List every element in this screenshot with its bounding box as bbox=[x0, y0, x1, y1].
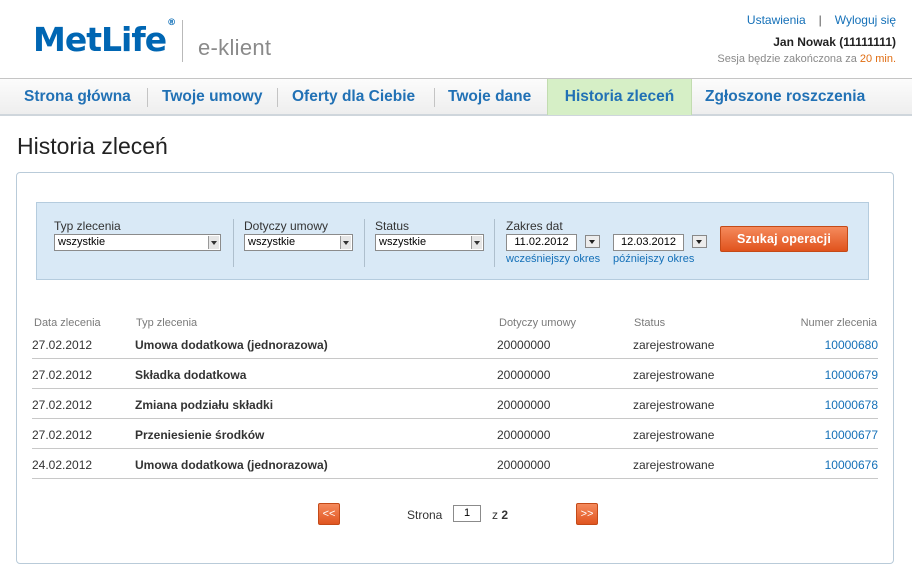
session-minutes: 20 min. bbox=[859, 53, 896, 65]
session-timeout: Sesja będzie zakończona za 20 min. bbox=[717, 53, 896, 65]
cell-status: zarejestrowane bbox=[633, 338, 715, 352]
cell-contract: 20000000 bbox=[497, 338, 551, 352]
order-type-label: Typ zlecenia bbox=[54, 219, 121, 233]
cell-type: Umowa dodatkowa (jednorazowa) bbox=[135, 338, 328, 352]
cell-date: 27.02.2012 bbox=[32, 368, 93, 382]
contract-label: Dotyczy umowy bbox=[244, 219, 329, 233]
tab-divider bbox=[434, 88, 435, 107]
settings-link[interactable]: Ustawienia bbox=[747, 13, 806, 27]
search-operations-button[interactable]: Szukaj operacji bbox=[720, 226, 848, 252]
main-navigation: Strona główna Twoje umowy Oferty dla Cie… bbox=[0, 78, 912, 116]
cell-contract: 20000000 bbox=[497, 368, 551, 382]
order-type-select[interactable]: wszystkie bbox=[54, 234, 221, 251]
table-row: 27.02.2012 Składka dodatkowa 20000000 za… bbox=[32, 359, 878, 389]
user-name: Jan Nowak (11111111) bbox=[773, 35, 896, 49]
tab-historia-zlecen[interactable]: Historia zleceń bbox=[547, 79, 692, 115]
cell-contract: 20000000 bbox=[497, 428, 551, 442]
date-range-label: Zakres dat bbox=[506, 219, 563, 233]
cell-status: zarejestrowane bbox=[633, 428, 715, 442]
order-type-value: wszystkie bbox=[58, 236, 106, 248]
page-total: z 2 bbox=[492, 508, 508, 522]
order-number-link[interactable]: 10000680 bbox=[825, 338, 878, 352]
cell-contract: 20000000 bbox=[497, 458, 551, 472]
metlife-logo[interactable]: MetLife® bbox=[33, 18, 176, 59]
tab-divider bbox=[147, 88, 148, 107]
header: MetLife® e-klient Ustawienia | Wyloguj się… bbox=[0, 0, 912, 78]
page-number-input[interactable]: 1 bbox=[453, 505, 481, 522]
session-text: Sesja będzie zakończona za bbox=[717, 53, 857, 65]
status-label: Status bbox=[375, 219, 410, 233]
page-label: Strona bbox=[407, 508, 443, 522]
cell-contract: 20000000 bbox=[497, 398, 551, 412]
column-header-date: Data zlecenia bbox=[34, 317, 101, 329]
product-name: e-klient bbox=[198, 35, 272, 60]
order-number-link[interactable]: 10000679 bbox=[825, 368, 878, 382]
contract-select[interactable]: wszystkie bbox=[244, 234, 353, 251]
page-total-count: 2 bbox=[501, 508, 509, 522]
logo-divider bbox=[182, 20, 183, 62]
next-page-button[interactable]: >> bbox=[576, 503, 598, 525]
logo-registered-mark: ® bbox=[167, 18, 176, 28]
table-row: 24.02.2012 Umowa dodatkowa (jednorazowa)… bbox=[32, 449, 878, 479]
top-links: Ustawienia | Wyloguj się bbox=[747, 13, 896, 27]
cell-status: zarejestrowane bbox=[633, 368, 715, 382]
tab-strona-glowna[interactable]: Strona główna bbox=[24, 79, 131, 115]
filter-bar: Typ zlecenia wszystkie Dotyczy umowy wsz… bbox=[36, 202, 869, 280]
orders-panel: Typ zlecenia wszystkie Dotyczy umowy wsz… bbox=[16, 172, 894, 564]
top-links-separator: | bbox=[818, 13, 822, 27]
previous-page-button[interactable]: << bbox=[318, 503, 340, 525]
page-of-label: z bbox=[492, 508, 498, 522]
chevron-down-icon bbox=[208, 236, 219, 249]
column-header-contract: Dotyczy umowy bbox=[499, 317, 577, 329]
order-number-link[interactable]: 10000678 bbox=[825, 398, 878, 412]
column-header-status: Status bbox=[634, 317, 666, 329]
table-row: 27.02.2012 Przeniesienie środków 2000000… bbox=[32, 419, 878, 449]
cell-type: Przeniesienie środków bbox=[135, 428, 265, 442]
logo-text: MetLife bbox=[33, 20, 167, 59]
column-header-number: Numer zlecenia bbox=[800, 317, 877, 329]
date-to-field[interactable]: 12.03.2012 bbox=[613, 234, 684, 251]
contract-value: wszystkie bbox=[248, 236, 296, 248]
tab-divider bbox=[277, 88, 278, 107]
cell-date: 27.02.2012 bbox=[32, 428, 93, 442]
filter-divider bbox=[364, 219, 365, 267]
order-number-link[interactable]: 10000676 bbox=[825, 458, 878, 472]
cell-date: 27.02.2012 bbox=[32, 398, 93, 412]
earlier-period-link[interactable]: wcześniejszy okres bbox=[506, 253, 600, 265]
cell-date: 24.02.2012 bbox=[32, 458, 93, 472]
chevron-down-icon bbox=[471, 236, 482, 249]
tab-twoje-umowy[interactable]: Twoje umowy bbox=[162, 79, 262, 115]
status-value: wszystkie bbox=[379, 236, 427, 248]
tab-zgloszone-roszczenia[interactable]: Zgłoszone roszczenia bbox=[705, 79, 865, 115]
cell-status: zarejestrowane bbox=[633, 398, 715, 412]
tab-oferty-dla-ciebie[interactable]: Oferty dla Ciebie bbox=[292, 79, 415, 115]
column-header-type: Typ zlecenia bbox=[136, 317, 198, 329]
date-from-calendar-button[interactable] bbox=[585, 235, 600, 248]
cell-type: Zmiana podziału składki bbox=[135, 398, 274, 412]
chevron-down-icon bbox=[340, 236, 351, 249]
tab-twoje-dane[interactable]: Twoje dane bbox=[448, 79, 531, 115]
page-title: Historia zleceń bbox=[17, 133, 168, 159]
cell-type: Składka dodatkowa bbox=[135, 368, 247, 382]
date-from-field[interactable]: 11.02.2012 bbox=[506, 234, 577, 251]
cell-date: 27.02.2012 bbox=[32, 338, 93, 352]
date-to-calendar-button[interactable] bbox=[692, 235, 707, 248]
status-select[interactable]: wszystkie bbox=[375, 234, 484, 251]
cell-status: zarejestrowane bbox=[633, 458, 715, 472]
table-row: 27.02.2012 Zmiana podziału składki 20000… bbox=[32, 389, 878, 419]
cell-type: Umowa dodatkowa (jednorazowa) bbox=[135, 458, 328, 472]
filter-divider bbox=[233, 219, 234, 267]
filter-divider bbox=[494, 219, 495, 267]
later-period-link[interactable]: późniejszy okres bbox=[613, 253, 694, 265]
order-number-link[interactable]: 10000677 bbox=[825, 428, 878, 442]
table-row: 27.02.2012 Umowa dodatkowa (jednorazowa)… bbox=[32, 329, 878, 359]
logout-link[interactable]: Wyloguj się bbox=[835, 13, 896, 27]
